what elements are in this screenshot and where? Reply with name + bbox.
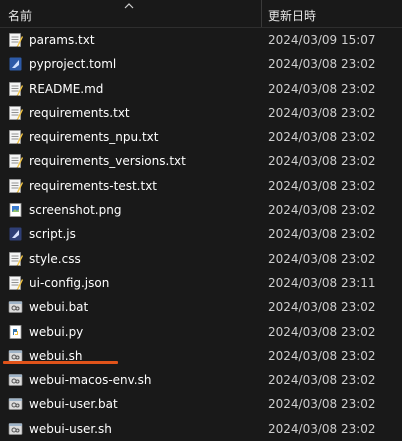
file-name: requirements_npu.txt	[29, 130, 159, 145]
file-row[interactable]: webui-user.sh 2024/03/08 23:02	[0, 417, 402, 441]
file-row[interactable]: script.js 2024/03/08 23:02	[0, 222, 402, 246]
file-date-modified: 2024/03/08 23:02	[268, 203, 376, 218]
text-file-icon	[8, 105, 23, 121]
date-modified-column-label: 更新日時	[268, 9, 317, 23]
text-file-icon	[8, 129, 23, 145]
js-file-icon	[8, 226, 23, 242]
file-name: README.md	[29, 81, 104, 96]
file-row[interactable]: style.css 2024/03/08 23:02	[0, 247, 402, 271]
text-file-icon	[8, 178, 23, 194]
name-column-label: 名前	[8, 9, 33, 23]
batch-file-icon	[8, 299, 23, 315]
file-name: pyproject.toml	[29, 57, 117, 72]
toml-file-icon	[8, 56, 23, 72]
file-date-modified: 2024/03/08 23:02	[268, 324, 376, 339]
file-row[interactable]: webui.py 2024/03/08 23:02	[0, 320, 402, 344]
file-name: requirements-test.txt	[29, 178, 157, 193]
file-date-modified: 2024/03/08 23:11	[268, 275, 376, 290]
text-file-icon	[8, 251, 23, 267]
file-date-modified: 2024/03/08 23:02	[268, 81, 376, 96]
file-name: webui-user.bat	[29, 397, 118, 412]
text-file-icon	[8, 32, 23, 48]
name-column-header[interactable]: 名前	[0, 0, 261, 27]
file-row[interactable]: requirements.txt 2024/03/08 23:02	[0, 101, 402, 125]
text-file-icon	[8, 153, 23, 169]
file-name: webui-macos-env.sh	[29, 373, 152, 388]
file-date-modified: 2024/03/08 23:02	[268, 421, 376, 436]
image-file-icon	[8, 202, 23, 218]
sort-ascending-icon	[124, 3, 134, 9]
python-file-icon	[8, 324, 23, 340]
file-date-modified: 2024/03/08 23:02	[268, 227, 376, 242]
file-row[interactable]: requirements_npu.txt 2024/03/08 23:02	[0, 125, 402, 149]
text-file-icon	[8, 81, 23, 97]
file-date-modified: 2024/03/08 23:02	[268, 348, 376, 363]
file-row[interactable]: requirements-test.txt 2024/03/08 23:02	[0, 174, 402, 198]
text-file-icon	[8, 275, 23, 291]
file-row[interactable]: screenshot.png 2024/03/08 23:02	[0, 198, 402, 222]
file-name: screenshot.png	[29, 203, 122, 218]
file-row[interactable]: pyproject.toml 2024/03/08 23:02	[0, 52, 402, 76]
file-row[interactable]: webui-user.bat 2024/03/08 23:02	[0, 392, 402, 416]
file-name: requirements.txt	[29, 105, 130, 120]
file-date-modified: 2024/03/08 23:02	[268, 251, 376, 266]
file-row[interactable]: params.txt 2024/03/09 15:07	[0, 28, 402, 52]
file-name: webui.bat	[29, 300, 89, 315]
file-row[interactable]: requirements_versions.txt 2024/03/08 23:0…	[0, 149, 402, 173]
batch-file-icon	[8, 396, 23, 412]
file-date-modified: 2024/03/08 23:02	[268, 178, 376, 193]
batch-file-icon	[8, 372, 23, 388]
file-date-modified: 2024/03/08 23:02	[268, 154, 376, 169]
file-name: webui.py	[29, 324, 84, 339]
date-modified-column-header[interactable]: 更新日時	[262, 0, 402, 27]
file-name: ui-config.json	[29, 275, 110, 290]
file-row[interactable]: README.md 2024/03/08 23:02	[0, 77, 402, 101]
file-row[interactable]: webui.sh 2024/03/08 23:02	[0, 344, 402, 368]
file-date-modified: 2024/03/08 23:02	[268, 397, 376, 412]
file-name: requirements_versions.txt	[29, 154, 186, 169]
file-date-modified: 2024/03/08 23:02	[268, 373, 376, 388]
file-name: params.txt	[29, 33, 95, 47]
file-row[interactable]: ui-config.json 2024/03/08 23:11	[0, 271, 402, 295]
file-name: script.js	[29, 227, 76, 242]
file-list: params.txt 2024/03/09 15:07 pyproject.toml…	[0, 28, 402, 441]
file-date-modified: 2024/03/08 23:02	[268, 130, 376, 145]
file-date-modified: 2024/03/08 23:02	[268, 57, 376, 72]
file-date-modified: 2024/03/09 15:07	[268, 33, 376, 47]
file-row[interactable]: webui.bat 2024/03/08 23:02	[0, 295, 402, 319]
file-row[interactable]: webui-macos-env.sh 2024/03/08 23:02	[0, 368, 402, 392]
file-name: style.css	[29, 251, 81, 266]
column-header-bar: 名前 更新日時	[0, 0, 402, 28]
file-date-modified: 2024/03/08 23:02	[268, 300, 376, 315]
file-name: webui-user.sh	[29, 421, 112, 436]
file-date-modified: 2024/03/08 23:02	[268, 105, 376, 120]
annotation-underline	[3, 361, 118, 364]
batch-file-icon	[8, 421, 23, 437]
